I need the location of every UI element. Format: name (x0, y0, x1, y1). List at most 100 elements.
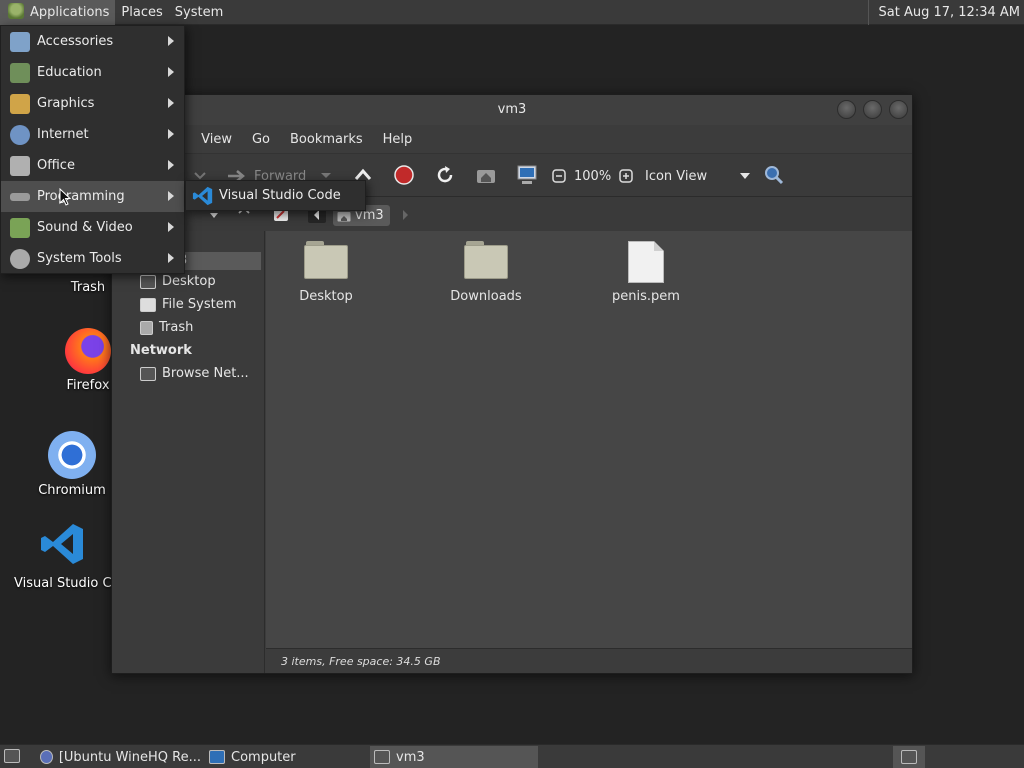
system-tools-icon (10, 248, 30, 269)
file-item-pem[interactable]: penis.pem (586, 241, 706, 304)
stop-icon (394, 165, 414, 185)
maximize-button[interactable] (863, 100, 882, 119)
submenu-arrow-icon (168, 191, 174, 201)
show-desktop-icon (4, 749, 20, 763)
show-desktop-button[interactable] (4, 749, 20, 763)
sound-video-icon (10, 217, 30, 238)
zoom-in-icon[interactable] (619, 169, 633, 183)
window-controls (837, 100, 908, 119)
firefox-icon (65, 328, 111, 374)
window-titlebar[interactable]: vm3 (112, 95, 912, 125)
sidebar: er 3 Desktop File System Trash Network B… (112, 231, 265, 673)
menu-item-programming[interactable]: Programming (1, 181, 184, 212)
trash-icon (140, 320, 153, 335)
sidebar-item-desktop[interactable]: Desktop (140, 274, 216, 289)
menu-item-education[interactable]: Education (1, 57, 184, 88)
home-folder-icon (477, 170, 495, 183)
applications-menu: Accessories Education Graphics Internet … (0, 25, 185, 274)
bottom-panel: [Ubuntu WineHQ Re... Computer vm3 (0, 744, 1024, 768)
task-computer[interactable]: Computer (205, 746, 365, 768)
network-icon (140, 366, 156, 381)
menu-bookmarks[interactable]: Bookmarks (290, 132, 363, 147)
path-forward-button[interactable] (402, 209, 410, 224)
chevron-down-icon (194, 172, 206, 180)
home-button[interactable] (475, 164, 497, 186)
reload-button[interactable] (434, 164, 456, 186)
programming-icon (10, 192, 30, 201)
menu-item-office[interactable]: Office (1, 150, 184, 181)
task-vm3[interactable]: vm3 (370, 746, 538, 768)
menu-item-accessories[interactable]: Accessories (1, 26, 184, 57)
chevron-down-icon (740, 173, 750, 179)
menu-item-internet[interactable]: Internet (1, 119, 184, 150)
submenu-arrow-icon (168, 129, 174, 139)
applications-menu-button[interactable]: Applications (0, 0, 116, 25)
desktop-folder-icon (140, 274, 156, 289)
computer-icon (517, 165, 537, 184)
menu-item-sound-video[interactable]: Sound & Video (1, 212, 184, 243)
task-browser[interactable]: [Ubuntu WineHQ Re... (36, 746, 201, 768)
distro-logo-icon (8, 2, 24, 19)
accessories-icon (10, 31, 30, 52)
reload-icon (437, 166, 453, 183)
mouse-cursor-icon (59, 188, 71, 206)
top-menu: Applications Places System (0, 0, 229, 25)
internet-icon (10, 124, 30, 145)
menu-help[interactable]: Help (383, 132, 413, 147)
places-menu-button[interactable]: Places (115, 0, 168, 25)
office-icon (10, 155, 30, 176)
sidebar-item-trash[interactable]: Trash (140, 320, 193, 335)
zoom-out-icon[interactable] (552, 169, 566, 183)
close-button[interactable] (889, 100, 908, 119)
folder-icon (374, 750, 390, 764)
clock[interactable]: Sat Aug 17, 12:34 AM (867, 0, 1024, 25)
folder-icon (464, 241, 508, 279)
home-folder-icon (337, 211, 351, 221)
chromium-icon (48, 431, 96, 479)
desktop-icon-label: Visual Studio Co (14, 576, 111, 591)
menu-view[interactable]: View (201, 132, 232, 147)
submenu-arrow-icon (168, 160, 174, 170)
submenu-arrow-icon (168, 222, 174, 232)
vscode-icon (40, 524, 83, 564)
computer-button[interactable] (516, 164, 538, 186)
menu-go[interactable]: Go (252, 132, 270, 147)
stop-button[interactable] (393, 164, 415, 186)
menu-item-system-tools[interactable]: System Tools (1, 243, 184, 274)
vscode-icon (192, 186, 213, 205)
status-bar: 3 items, Free space: 34.5 GB (266, 648, 912, 673)
menu-item-graphics[interactable]: Graphics (1, 88, 184, 119)
browser-icon (40, 750, 53, 764)
desktop-icon-vscode[interactable]: Visual Studio Co (14, 520, 111, 591)
search-button[interactable] (763, 164, 785, 186)
text-file-icon (628, 241, 664, 283)
zoom-level: 100% (574, 168, 612, 184)
view-mode-select[interactable]: Icon View (645, 164, 750, 188)
graphics-icon (10, 93, 30, 114)
menubar: t View Go Bookmarks Help (112, 125, 912, 153)
window-title: vm3 (497, 102, 527, 117)
file-view[interactable]: Desktop Downloads penis.pem (266, 231, 912, 648)
menu-item-visual-studio-code[interactable]: Visual Studio Code (185, 180, 366, 211)
caret-right-icon (403, 210, 408, 220)
sidebar-item-file-system[interactable]: File System (140, 297, 236, 312)
zoom-control: 100% (552, 164, 633, 188)
sidebar-item-browse-network[interactable]: Browse Net... (140, 366, 249, 381)
drive-icon (140, 297, 156, 312)
chevron-down-icon (321, 173, 332, 178)
file-item-desktop[interactable]: Desktop (266, 241, 386, 304)
computer-icon (209, 750, 225, 764)
file-item-downloads[interactable]: Downloads (426, 241, 546, 304)
submenu-arrow-icon (168, 36, 174, 46)
chevron-down-icon (210, 213, 218, 218)
minimize-button[interactable] (837, 100, 856, 119)
submenu-arrow-icon (168, 98, 174, 108)
workspace-switcher[interactable] (893, 746, 925, 768)
sidebar-header-network: Network (130, 343, 192, 358)
submenu-arrow-icon (168, 253, 174, 263)
education-icon (10, 62, 30, 83)
search-icon (765, 166, 784, 185)
system-menu-button[interactable]: System (169, 0, 229, 25)
submenu-arrow-icon (168, 67, 174, 77)
folder-icon (304, 241, 348, 279)
